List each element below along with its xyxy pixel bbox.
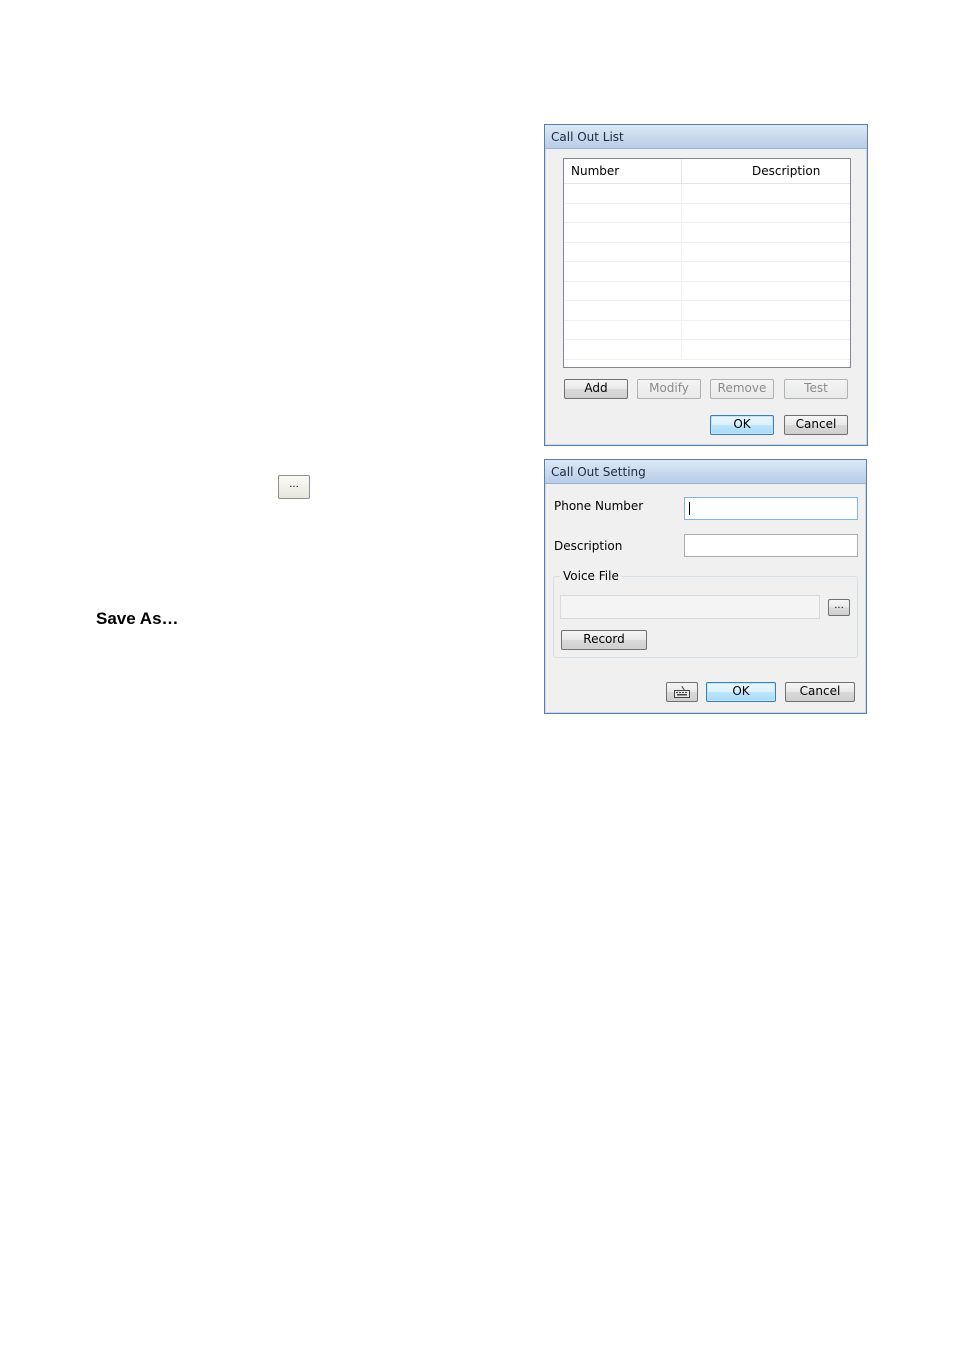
- table-row: [564, 184, 850, 204]
- dialog-title: Call Out List: [545, 125, 867, 149]
- phone-number-label: Phone Number: [554, 499, 644, 513]
- column-header-description[interactable]: Description: [682, 159, 850, 184]
- description-label: Description: [554, 539, 623, 553]
- table-row: [564, 281, 850, 301]
- listview-header: Number Description: [564, 159, 850, 184]
- table-row: [564, 223, 850, 243]
- column-header-number[interactable]: Number: [564, 159, 682, 184]
- table-row: [564, 242, 850, 262]
- table-row: [564, 262, 850, 282]
- table-row: [564, 320, 850, 340]
- record-button[interactable]: Record: [561, 630, 647, 650]
- ok-button[interactable]: OK: [706, 682, 776, 702]
- call-out-setting-dialog: Call Out Setting Phone Number Descriptio…: [544, 459, 867, 714]
- text-caret: [689, 502, 690, 515]
- remove-button[interactable]: Remove: [710, 379, 774, 399]
- ok-button[interactable]: OK: [710, 415, 774, 435]
- table-row: [564, 340, 850, 360]
- keyboard-icon: [674, 685, 690, 698]
- modify-button[interactable]: Modify: [637, 379, 701, 399]
- add-button[interactable]: Add: [564, 379, 628, 399]
- call-out-listview[interactable]: Number Description: [563, 158, 851, 368]
- dialog-title: Call Out Setting: [545, 460, 866, 484]
- cancel-button[interactable]: Cancel: [785, 682, 855, 702]
- phone-number-input[interactable]: [684, 497, 858, 520]
- voice-file-group-title: Voice File: [560, 569, 622, 583]
- listview-body: [564, 184, 850, 360]
- browse-voice-file-button[interactable]: ...: [828, 599, 850, 616]
- save-as-heading: Save As…: [96, 609, 179, 628]
- call-out-list-dialog: Call Out List Number Description Add Mod…: [544, 124, 868, 446]
- voice-file-path-field: [560, 595, 820, 619]
- browse-button-illustration: ...: [278, 475, 310, 499]
- voice-file-group: Voice File ... Record: [553, 569, 858, 658]
- table-row: [564, 301, 850, 321]
- cancel-button[interactable]: Cancel: [784, 415, 848, 435]
- keyboard-button[interactable]: [666, 682, 698, 702]
- table-row: [564, 203, 850, 223]
- test-button[interactable]: Test: [784, 379, 848, 399]
- description-input[interactable]: [684, 534, 858, 557]
